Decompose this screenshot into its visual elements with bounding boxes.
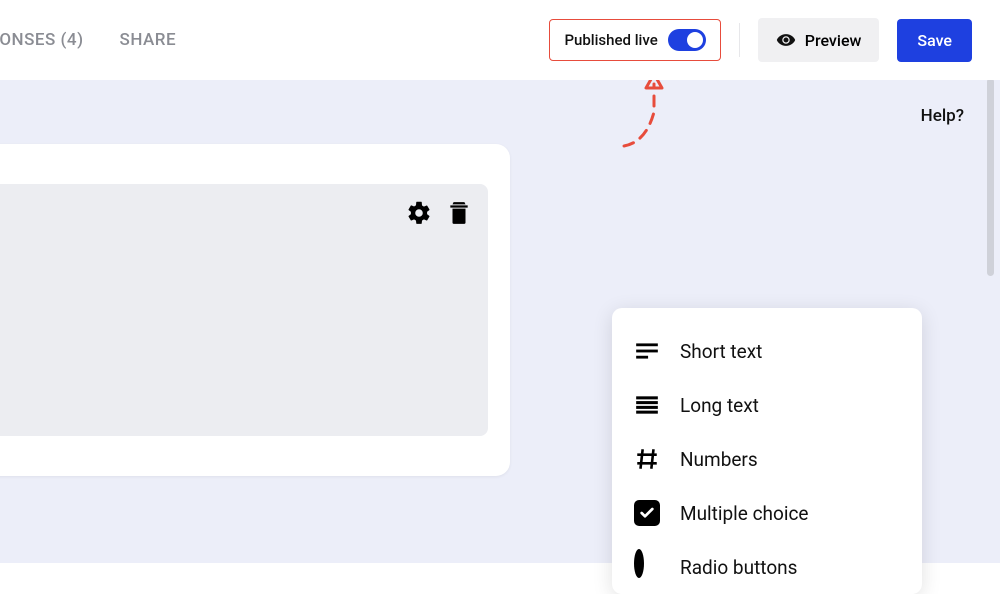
published-label: Published live — [564, 31, 657, 49]
fieldtype-label: Numbers — [680, 448, 758, 471]
fieldtype-numbers[interactable]: Numbers — [612, 432, 922, 486]
save-button[interactable]: Save — [897, 19, 972, 62]
field-type-popup: Short text Long text Numbers Multiple ch… — [612, 308, 922, 594]
annotation-arrow — [618, 72, 698, 172]
fieldtype-label: Short text — [680, 340, 762, 363]
toggle-knob — [687, 32, 703, 48]
header-tabs: PONSES (4) SHARE — [0, 30, 176, 50]
form-block[interactable] — [0, 184, 488, 436]
short-text-icon — [634, 338, 660, 364]
fieldtype-short-text[interactable]: Short text — [612, 324, 922, 378]
header-actions: Published live Preview Save — [549, 18, 972, 62]
fieldtype-radio-buttons[interactable]: Radio buttons — [612, 540, 922, 594]
fieldtype-label: Long text — [680, 394, 759, 417]
published-toggle[interactable] — [668, 29, 706, 51]
hash-icon — [634, 446, 660, 472]
body-area: Help? Short text — [0, 80, 1000, 563]
scrollbar[interactable] — [987, 78, 994, 553]
fieldtype-label: Multiple choice — [680, 502, 808, 525]
scrollbar-thumb[interactable] — [987, 78, 994, 276]
gear-icon[interactable] — [406, 200, 432, 226]
header-bar: PONSES (4) SHARE Published live Preview … — [0, 0, 1000, 80]
help-link[interactable]: Help? — [921, 106, 964, 126]
checkbox-icon — [634, 500, 660, 526]
fieldtype-long-text[interactable]: Long text — [612, 378, 922, 432]
form-card — [0, 144, 510, 476]
save-label: Save — [917, 31, 952, 50]
tab-share[interactable]: SHARE — [120, 30, 177, 50]
long-text-icon — [634, 392, 660, 418]
preview-button[interactable]: Preview — [758, 18, 880, 62]
eye-icon — [776, 30, 796, 50]
fieldtype-label: Radio buttons — [680, 556, 797, 579]
trash-icon[interactable] — [446, 200, 472, 226]
tab-responses[interactable]: PONSES (4) — [0, 30, 84, 50]
published-live-box: Published live — [549, 19, 720, 61]
fieldtype-multiple-choice[interactable]: Multiple choice — [612, 486, 922, 540]
preview-label: Preview — [805, 31, 862, 50]
block-actions — [406, 200, 472, 226]
radio-icon — [634, 554, 660, 580]
divider — [739, 23, 740, 57]
